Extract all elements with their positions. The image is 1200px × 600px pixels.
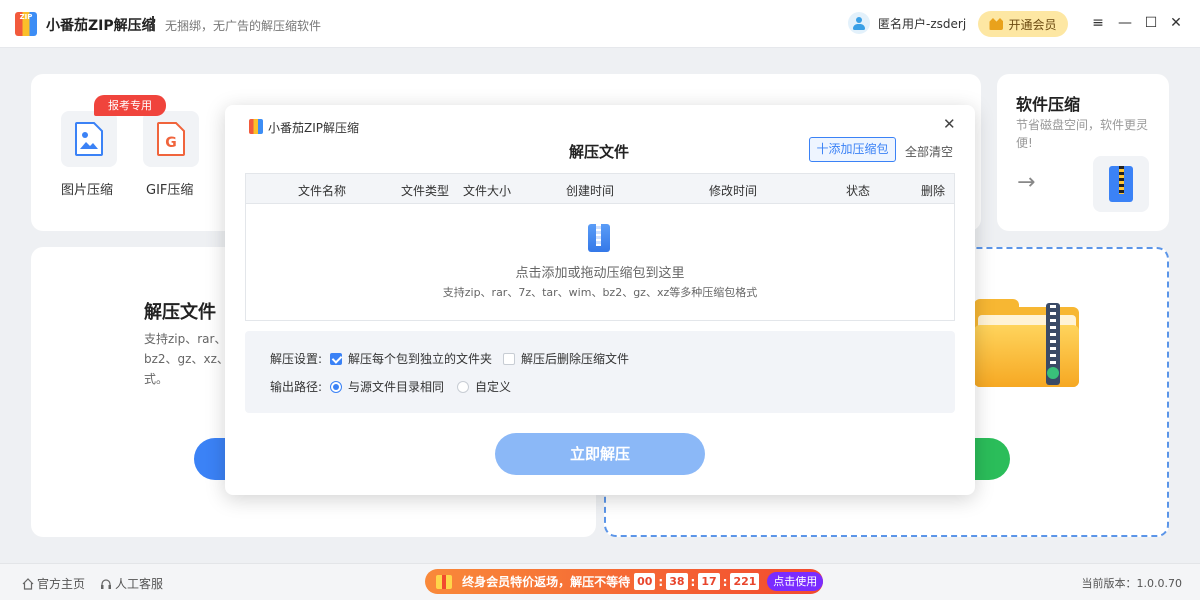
- delete-after-label: 解压后删除压缩文件: [521, 352, 630, 366]
- window-close-icon[interactable]: ✕: [1168, 15, 1184, 31]
- zip-file-icon: [588, 224, 610, 252]
- formats-hint: 支持zip、rar、7z、tar、wim、bz2、gz、xz等多种压缩包格式: [442, 286, 758, 299]
- output-custom-label: 自定义: [475, 380, 512, 394]
- add-archive-button[interactable]: 十添加压缩包: [809, 137, 896, 162]
- image-file-icon: [75, 122, 103, 156]
- gif-compress-label: GIF压缩: [146, 183, 194, 198]
- software-compress-title: 软件压缩: [1016, 95, 1081, 114]
- countdown-millis: 221: [730, 573, 760, 590]
- output-same-dir-label: 与源文件目录相同: [348, 380, 445, 394]
- extract-settings: 解压设置: 解压每个包到独立的文件夹 解压后删除压缩文件 输出路径: 与源文件目…: [245, 331, 955, 413]
- app-slogan: 无捆绑，无广告的解压缩软件: [165, 19, 322, 33]
- extract-card-title: 解压文件: [144, 302, 216, 323]
- drop-hint: 点击添加或拖动压缩包到这里: [515, 266, 685, 281]
- col-created-time: 创建时间: [566, 184, 615, 198]
- dialog-close-icon[interactable]: ✕: [943, 115, 956, 133]
- user-account[interactable]: 匿名用户-zsderj: [848, 12, 966, 34]
- settings-label: 解压设置:: [270, 352, 323, 366]
- image-compress-label: 图片压缩: [61, 183, 114, 198]
- gift-icon: [425, 569, 462, 594]
- output-custom-radio[interactable]: [457, 381, 469, 393]
- output-custom-option[interactable]: 自定义: [457, 378, 511, 395]
- exam-badge: 报考专用: [94, 95, 166, 116]
- support-link[interactable]: 人工客服: [100, 575, 163, 592]
- col-file-name: 文件名称: [298, 184, 347, 198]
- separate-folder-checkbox[interactable]: [330, 353, 342, 365]
- support-link-label: 人工客服: [115, 577, 164, 591]
- dialog-title: 解压文件: [569, 143, 630, 161]
- gif-compress-tool[interactable]: G: [143, 111, 199, 167]
- vip-label: 开通会员: [1008, 17, 1057, 32]
- dialog-logo-icon: [249, 119, 263, 134]
- user-avatar-icon: [848, 12, 870, 34]
- title-bar: ZIP 小番茄ZIP解压缩 无捆绑，无广告的解压缩软件 匿名用户-zsderj …: [0, 0, 1200, 48]
- output-same-dir-option[interactable]: 与源文件目录相同: [330, 378, 444, 395]
- image-compress-tool[interactable]: [61, 111, 117, 167]
- extract-card-desc-line1: 支持zip、rar、: [144, 332, 227, 346]
- headset-icon: [101, 578, 111, 589]
- countdown-seconds: 17: [698, 573, 720, 590]
- extract-card-desc: 支持zip、rar、 bz2、gz、xz、 式。: [144, 329, 229, 389]
- countdown: 00: 38: 17: 221: [634, 573, 760, 590]
- separate-folder-label: 解压每个包到独立的文件夹: [348, 352, 493, 366]
- delete-after-checkbox[interactable]: [503, 353, 515, 365]
- version-text: 当前版本：1.0.0.70: [1081, 577, 1182, 590]
- countdown-minutes: 38: [666, 573, 688, 590]
- app-name: 小番茄ZIP解压缩: [46, 18, 156, 34]
- home-link[interactable]: 官方主页: [22, 575, 85, 592]
- menu-icon[interactable]: ≡: [1090, 15, 1106, 31]
- col-status: 状态: [846, 184, 871, 198]
- folder-zip-icon: [974, 295, 1079, 387]
- col-modified-time: 修改时间: [709, 184, 758, 198]
- extract-card-desc-line3: 式。: [144, 372, 169, 386]
- software-zip-icon: [1093, 156, 1149, 212]
- user-name: 匿名用户-zsderj: [878, 16, 967, 31]
- app-logo-icon: ZIP: [15, 12, 37, 36]
- promo-text: 终身会员特价返场，解压不等待: [462, 575, 631, 589]
- vip-button[interactable]: 开通会员: [978, 11, 1068, 37]
- home-icon: [22, 577, 34, 590]
- col-delete: 删除: [921, 184, 946, 198]
- promo-banner[interactable]: 终身会员特价返场，解压不等待 00: 38: 17: 221 点击使用: [425, 569, 823, 594]
- delete-after-option[interactable]: 解压后删除压缩文件: [503, 350, 629, 367]
- file-table[interactable]: 文件名称 文件类型 文件大小 创建时间 修改时间 状态 删除 点击添加或拖动压缩…: [245, 173, 955, 321]
- minimize-icon[interactable]: —: [1117, 15, 1133, 31]
- gif-file-icon: G: [157, 122, 185, 156]
- gif-glyph: G: [165, 135, 177, 151]
- promo-use-button[interactable]: 点击使用: [767, 572, 823, 591]
- software-compress-desc: 节省磁盘空间，软件更灵便!: [1016, 118, 1149, 150]
- dialog-app-name: 小番茄ZIP解压缩: [268, 121, 359, 135]
- col-file-size: 文件大小: [463, 184, 512, 198]
- clear-all-button[interactable]: 全部清空: [905, 143, 953, 160]
- extract-card-desc-line2: bz2、gz、xz、: [144, 352, 229, 366]
- arrow-right-icon: →: [1017, 170, 1036, 195]
- file-table-header: 文件名称 文件类型 文件大小 创建时间 修改时间 状态 删除: [246, 174, 954, 204]
- countdown-hours: 00: [634, 573, 656, 590]
- home-link-label: 官方主页: [37, 577, 86, 591]
- extract-dialog: 小番茄ZIP解压缩 ✕ 解压文件 十添加压缩包 全部清空 文件名称 文件类型 文…: [225, 105, 975, 495]
- output-path-label: 输出路径:: [270, 380, 323, 394]
- separate-folder-option[interactable]: 解压每个包到独立的文件夹: [330, 350, 492, 367]
- crown-icon: [989, 18, 1004, 30]
- output-same-dir-radio[interactable]: [330, 381, 342, 393]
- maximize-icon[interactable]: ☐: [1143, 15, 1159, 31]
- software-compress-card[interactable]: 软件压缩 节省磁盘空间，软件更灵便! →: [997, 74, 1169, 231]
- title-divider: [152, 16, 154, 31]
- col-file-type: 文件类型: [401, 184, 450, 198]
- extract-now-button[interactable]: 立即解压: [495, 433, 705, 475]
